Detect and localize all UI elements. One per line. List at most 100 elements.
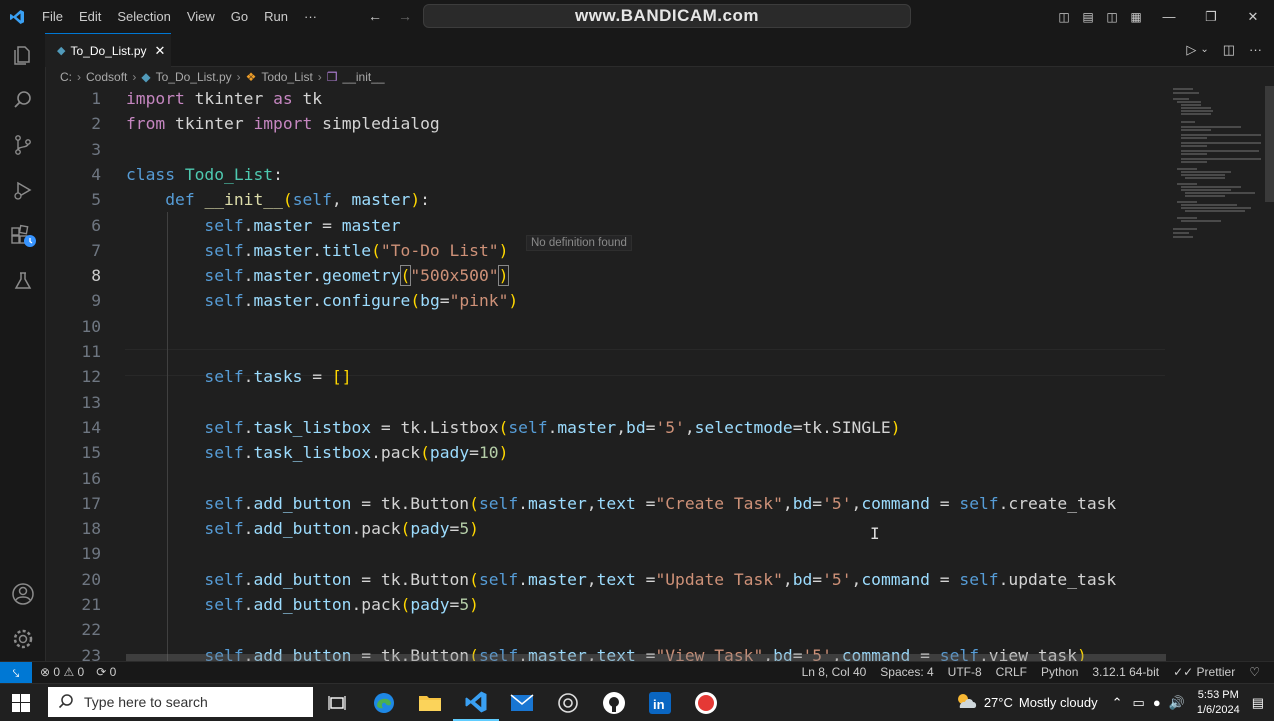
taskbar-search-box[interactable]: Type here to search [48,687,313,717]
customize-layout-icon[interactable]: ▦ [1124,10,1148,24]
close-window-button[interactable]: ✕ [1232,9,1274,25]
title-bar: File Edit Selection View Go Run ··· ← → … [0,0,1274,33]
end-of-line[interactable]: CRLF [996,665,1027,679]
notification-center-icon[interactable]: ▤ [1252,695,1264,711]
edge-browser-icon[interactable] [361,684,407,721]
settings-gear-icon[interactable] [0,619,45,659]
weather-cloud-icon[interactable] [954,692,978,713]
source-control-icon[interactable] [0,125,45,165]
accounts-icon[interactable] [0,574,45,614]
code-line: 9 self.master.configure(bg="pink") [45,288,1165,313]
python-file-icon: ◆ [57,45,66,57]
search-icon[interactable] [0,80,45,120]
menu-file[interactable]: File [34,9,71,24]
code-line: 3 [45,137,1165,162]
cursor-position[interactable]: Ln 8, Col 40 [802,665,867,679]
run-dropdown-chevron-icon[interactable]: ⌄ [1200,44,1208,58]
line-number: 10 [81,316,101,336]
battery-icon[interactable]: ▭ [1133,695,1145,711]
breadcrumb-drive[interactable]: C: [60,70,72,84]
command-center-search[interactable]: www.BANDICAM.com [423,4,911,28]
menu-more[interactable]: ··· [296,9,325,24]
mouse-ibeam-cursor-icon: I [870,524,880,543]
problems-indicator[interactable]: ⊗ 0 ⚠ 0 [40,665,84,679]
line-number: 13 [81,392,101,412]
menu-selection[interactable]: Selection [109,9,178,24]
github-icon[interactable] [591,684,637,721]
taskbar-search-placeholder: Type here to search [84,694,208,710]
weather-description[interactable]: Mostly cloudy [1019,695,1098,710]
language-mode[interactable]: Python [1041,665,1078,679]
radio-tower-icon: ⟳ [96,665,107,679]
warning-icon: ⚠ [63,665,75,679]
extensions-icon[interactable] [0,216,45,256]
line-number: 21 [81,595,101,614]
warning-count: 0 [77,665,85,679]
forward-arrow-icon[interactable]: → [398,8,412,24]
python-interpreter[interactable]: 3.12.1 64-bit [1092,665,1159,679]
breadcrumb-folder[interactable]: Codsoft [86,70,127,84]
toggle-secondary-sidebar-icon[interactable]: ◫ [1100,10,1124,24]
code-line: 12 self.tasks = [] [45,364,1165,389]
code-line: 21 self.add_button.pack(pady=5) [45,592,1165,617]
more-actions-icon[interactable]: ··· [1249,42,1262,58]
menu-edit[interactable]: Edit [71,9,109,24]
editor-tabs: ◆ To_Do_List.py ✕ ▷ ⌄ ◫ ··· [45,33,1274,67]
chevron-right-icon: › [132,70,137,84]
code-line: 6 self.master = master [45,213,1165,238]
chevron-right-icon: › [77,70,81,84]
vertical-scroll-thumb[interactable] [1265,86,1274,202]
breadcrumb-file[interactable]: To_Do_List.py [156,70,232,84]
task-view-icon[interactable] [314,684,360,721]
activity-bar [0,33,46,661]
chatgpt-icon[interactable] [545,684,591,721]
minimize-button[interactable]: — [1148,9,1190,24]
tab-to-do-list[interactable]: ◆ To_Do_List.py ✕ [45,33,171,67]
minimap[interactable] [1165,86,1265,661]
bandicam-record-icon[interactable] [683,684,729,721]
menu-run[interactable]: Run [256,9,296,24]
testing-icon[interactable] [0,261,45,301]
run-python-file-icon[interactable]: ▷ [1186,42,1196,58]
notifications-bell-icon[interactable]: ♡ [1249,665,1260,679]
indentation[interactable]: Spaces: 4 [880,665,933,679]
system-clock[interactable]: 5:53 PM 1/6/2024 [1197,688,1240,718]
split-editor-icon[interactable]: ◫ [1223,42,1235,58]
close-tab-icon[interactable]: ✕ [155,43,166,59]
chevron-up-icon[interactable]: ⌃ [1112,695,1123,711]
menu-bar: File Edit Selection View Go Run ··· [34,9,325,24]
volume-icon[interactable]: 🔊 [1169,695,1185,711]
linkedin-icon[interactable]: in [637,684,683,721]
menu-view[interactable]: View [179,9,223,24]
tab-label: To_Do_List.py [70,43,147,58]
clock-time: 5:53 PM [1197,688,1239,701]
line-number: 8 [91,266,101,286]
vscode-taskbar-icon[interactable] [453,684,499,721]
code-line: 17 self.add_button = tk.Button(self.mast… [45,491,1165,516]
remote-window-icon[interactable]: ⤥ [0,662,32,684]
encoding[interactable]: UTF-8 [948,665,982,679]
line-number: 11 [81,342,101,361]
code-line: 22 [45,617,1165,642]
file-explorer-icon[interactable] [407,684,453,721]
windows-start-icon[interactable] [12,694,30,717]
run-debug-icon[interactable] [0,170,45,210]
mail-icon[interactable] [499,684,545,721]
menu-go[interactable]: Go [223,9,256,24]
chevron-right-icon: › [317,70,322,84]
toggle-primary-sidebar-icon[interactable]: ◫ [1052,10,1076,24]
clock-date: 1/6/2024 [1196,703,1240,716]
back-arrow-icon[interactable]: ← [368,8,382,24]
breadcrumb-method[interactable]: __init__ [343,70,385,84]
code-editor[interactable]: 1 import tkinter as tk 2 from tkinter impo… [45,86,1165,661]
restore-button[interactable]: ❐ [1190,9,1232,25]
ports-indicator[interactable]: ⟳ 0 [96,665,116,679]
explorer-icon[interactable] [0,35,45,75]
network-icon[interactable]: ● [1153,695,1161,710]
line-number: 2 [91,114,101,134]
breadcrumb-class[interactable]: Todo_List [261,70,312,84]
prettier-status[interactable]: ✓✓ Prettier [1173,665,1235,679]
weather-temperature[interactable]: 27°C [984,695,1013,710]
code-line: 18 self.add_button.pack(pady=5) [45,516,1165,541]
toggle-panel-icon[interactable]: ▤ [1076,10,1100,24]
